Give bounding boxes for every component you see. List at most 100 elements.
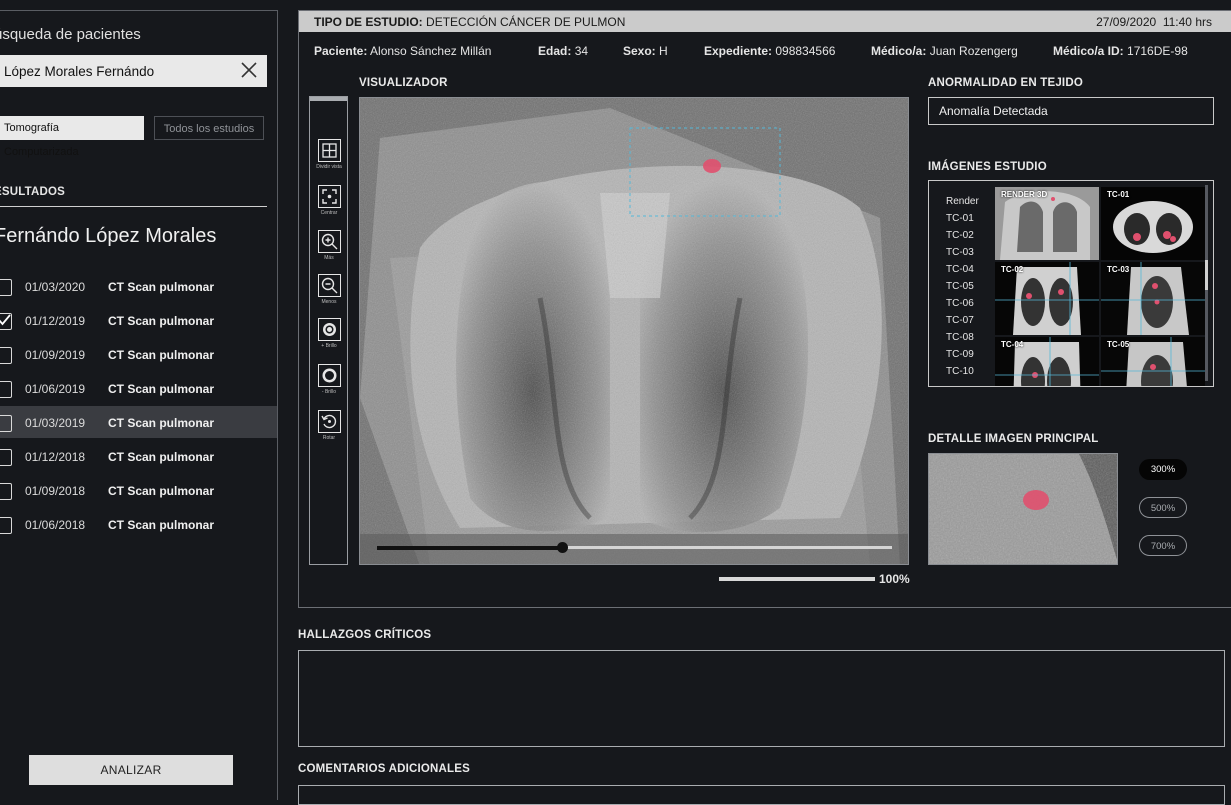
study-description: CT Scan pulmonar: [108, 314, 215, 328]
viewer-toolbar: Dividir vista Centrar Más Menos + Brillo…: [309, 96, 348, 565]
study-row[interactable]: 01/03/2019 CT Scan pulmonar: [0, 406, 277, 438]
brightness-up-button[interactable]: + Brillo: [315, 318, 343, 349]
focus-icon: [317, 185, 341, 208]
anomaly-result: Anomalía Detectada: [928, 97, 1214, 125]
study-checkbox[interactable]: [0, 517, 12, 534]
image-list-item[interactable]: TC-05: [946, 278, 979, 295]
study-images-panel: Render TC-01 TC-02 TC-03 TC-04 TC-05 TC-06 TC-0…: [928, 180, 1214, 387]
detail-zoom-500[interactable]: 500%: [1139, 497, 1187, 518]
ct-viewer[interactable]: [359, 97, 909, 565]
image-list-item[interactable]: TC-07: [946, 312, 979, 329]
viewer-title: VISUALIZADOR: [359, 77, 448, 89]
study-checkbox[interactable]: [0, 449, 12, 466]
study-row[interactable]: 01/03/2020 CT Scan pulmonar: [0, 270, 277, 302]
brightness-down-icon: [317, 364, 341, 387]
rotate-button[interactable]: Rotar: [315, 410, 343, 441]
ct-scan-image: [360, 98, 908, 564]
image-list-item[interactable]: TC-03: [946, 244, 979, 261]
patient-info: Paciente: Alonso Sánchez Millán: [314, 44, 492, 58]
detail-zoom-700[interactable]: 700%: [1139, 535, 1187, 556]
thumbnail-tc-02[interactable]: TC-02: [995, 262, 1099, 335]
comments-input[interactable]: [298, 785, 1225, 805]
lesion-marker: [703, 159, 721, 173]
detail-image[interactable]: [928, 453, 1118, 565]
thumbnail-render-3d[interactable]: RENDER 3D: [995, 187, 1099, 260]
search-title: úsqueda de pacientes: [0, 26, 141, 43]
patient-search-panel: úsqueda de pacientes López Morales Ferná…: [0, 10, 278, 800]
study-checkbox[interactable]: [0, 415, 12, 432]
study-row[interactable]: 01/06/2019 CT Scan pulmonar: [0, 372, 277, 404]
study-checkbox[interactable]: [0, 381, 12, 398]
study-date: 01/09/2019: [25, 348, 86, 362]
search-input[interactable]: López Morales Fernándo: [0, 55, 267, 87]
study-date: 01/09/2018: [25, 484, 86, 498]
image-list-item[interactable]: Render: [946, 193, 979, 210]
zoom-in-icon: [317, 230, 341, 253]
study-checkbox[interactable]: [0, 279, 12, 296]
zoom-percentage: 100%: [879, 572, 910, 586]
image-list-item[interactable]: TC-04: [946, 261, 979, 278]
critical-findings-title: HALLAZGOS CRÍTICOS: [298, 629, 432, 641]
study-time: 11:40 hrs: [1162, 15, 1212, 29]
study-row[interactable]: 01/06/2018 CT Scan pulmonar: [0, 508, 277, 540]
image-list-item[interactable]: TC-01: [946, 210, 979, 227]
comments-title: COMENTARIOS ADICIONALES: [298, 763, 470, 775]
study-date: 27/09/2020: [1096, 15, 1157, 29]
image-list-item[interactable]: TC-08: [946, 329, 979, 346]
study-description: CT Scan pulmonar: [108, 450, 215, 464]
critical-findings-input[interactable]: [298, 650, 1225, 747]
doctor-info: Médico/a: Juan Rozengerg: [871, 44, 1018, 58]
zoom-out-button[interactable]: Menos: [315, 274, 343, 305]
doctor-id-info: Médico/a ID: 1716DE-98: [1053, 44, 1188, 58]
image-list-item[interactable]: TC-02: [946, 227, 979, 244]
detail-title: DETALLE IMAGEN PRINCIPAL: [928, 433, 1099, 445]
zoom-in-button[interactable]: Más: [315, 230, 343, 261]
clear-search-icon[interactable]: [240, 60, 258, 80]
detail-zoom-300[interactable]: 300%: [1139, 459, 1187, 480]
brightness-up-icon: [317, 318, 341, 341]
thumbnail-tc-05[interactable]: TC-05: [1101, 337, 1205, 386]
image-list-item[interactable]: TC-10: [946, 363, 979, 380]
slice-slider[interactable]: [377, 542, 892, 553]
filter-all-button[interactable]: Todos los estudios: [154, 116, 264, 140]
images-scrollbar[interactable]: [1205, 185, 1208, 381]
study-description: CT Scan pulmonar: [108, 416, 215, 430]
study-row[interactable]: 01/12/2018 CT Scan pulmonar: [0, 440, 277, 472]
detail-lesion: [1023, 490, 1049, 510]
zoom-bar[interactable]: [719, 577, 875, 581]
search-value: López Morales Fernándo: [4, 64, 155, 79]
study-checkbox[interactable]: [0, 347, 12, 364]
filter-ct-button[interactable]: Tomografía Computarizada: [0, 116, 144, 158]
thumbnail-tc-04[interactable]: TC-04: [995, 337, 1099, 386]
image-list: Render TC-01 TC-02 TC-03 TC-04 TC-05 TC-06 TC-0…: [946, 193, 979, 380]
study-description: CT Scan pulmonar: [108, 348, 215, 362]
image-list-item[interactable]: TC-06: [946, 295, 979, 312]
study-date: 01/03/2020: [25, 280, 86, 294]
rotate-icon: [317, 410, 341, 433]
study-date: 01/12/2018: [25, 450, 86, 464]
sex-info: Sexo: H: [623, 44, 668, 58]
thumbnail-tc-03[interactable]: TC-03: [1101, 262, 1205, 335]
study-row[interactable]: 01/12/2019 CT Scan pulmonar: [0, 304, 277, 336]
study-checkbox[interactable]: [0, 313, 12, 330]
study-row[interactable]: 01/09/2018 CT Scan pulmonar: [0, 474, 277, 506]
study-checkbox[interactable]: [0, 483, 12, 500]
split-view-button[interactable]: Dividir vista: [315, 139, 343, 170]
patient-name: Fernándo López Morales: [0, 225, 217, 247]
brightness-down-button[interactable]: - Brillo: [315, 364, 343, 395]
analyze-button[interactable]: ANALIZAR: [29, 755, 233, 785]
center-button[interactable]: Centrar: [315, 185, 343, 216]
study-panel: TIPO DE ESTUDIO: DETECCIÓN CÁNCER DE PUL…: [298, 10, 1231, 608]
study-type-value: DETECCIÓN CÁNCER DE PULMON: [426, 15, 626, 29]
study-date: 01/03/2019: [25, 416, 86, 430]
study-row[interactable]: 01/09/2019 CT Scan pulmonar: [0, 338, 277, 370]
image-list-item[interactable]: TC-09: [946, 346, 979, 363]
results-title: ESULTADOS: [0, 186, 66, 198]
results-divider: [0, 206, 267, 207]
study-date: 01/06/2018: [25, 518, 86, 532]
study-description: CT Scan pulmonar: [108, 382, 215, 396]
grid-icon: [317, 139, 341, 162]
study-date: 01/06/2019: [25, 382, 86, 396]
study-date: 01/12/2019: [25, 314, 86, 328]
thumbnail-tc-01[interactable]: TC-01: [1101, 187, 1205, 260]
